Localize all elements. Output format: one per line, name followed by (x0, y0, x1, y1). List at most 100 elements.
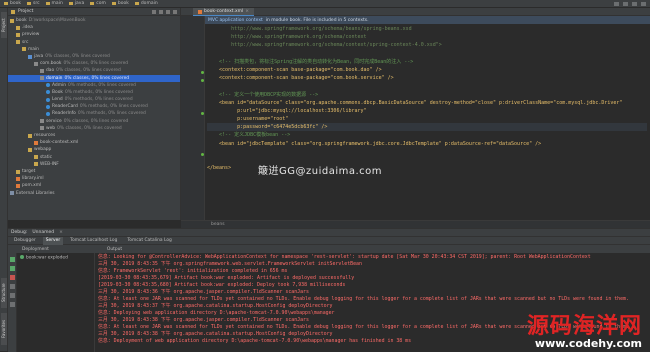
favorites-tool-tab[interactable]: Favorites (1, 313, 7, 345)
coverage-text: 0% methods, 0% lines covered (79, 104, 148, 110)
debug-tab[interactable]: Tomcat Localhost Log (67, 237, 120, 245)
tree-item[interactable]: domain 0% classes, 0% lines covered (8, 74, 180, 82)
folder-icon (22, 47, 26, 52)
nav-crumb[interactable]: main (45, 1, 63, 6)
debug-tab[interactable]: Tomcat Catalina Log (124, 237, 174, 245)
gear-icon[interactable] (166, 9, 170, 14)
tree-item[interactable]: static (8, 154, 180, 161)
nav-crumb[interactable]: book (4, 1, 21, 6)
sync-icon[interactable] (152, 9, 156, 14)
resume-icon[interactable] (10, 266, 15, 271)
tree-item[interactable]: External Libraries (8, 190, 180, 197)
stop-icon[interactable] (10, 275, 15, 280)
cls-icon (46, 97, 50, 102)
tree-item[interactable]: .idea (8, 24, 180, 31)
tree-item[interactable]: src (8, 39, 180, 46)
stop-icon[interactable] (632, 1, 637, 6)
project-icon (11, 9, 15, 14)
code-lines[interactable]: http://www.springframework.org/schema/be… (207, 25, 647, 172)
tree-item[interactable]: library.iml (8, 175, 180, 182)
tree-item[interactable]: main (8, 46, 180, 53)
debug-tab[interactable]: Debugger (11, 237, 39, 245)
tree-item[interactable]: com.book 0% classes, 0% lines covered (8, 60, 180, 67)
collapse-icon[interactable] (159, 9, 163, 14)
site-watermark-title: 源码海洋网 (526, 314, 642, 339)
tree-item-label: ReaderInfo (52, 111, 76, 117)
console-line: [2019-03-30 08:43:35,679] Artifact book:… (98, 275, 355, 281)
close-icon[interactable]: × (245, 9, 249, 14)
tree-item[interactable]: Admin 0% methods, 0% lines covered (8, 82, 180, 89)
tree-item-label: Admin (52, 82, 66, 88)
nav-crumb[interactable]: book (111, 1, 129, 6)
folder-icon (68, 2, 73, 5)
code-line: <context:component-scan base-package="co… (207, 75, 394, 82)
tree-item[interactable]: ReaderCard 0% methods, 0% lines covered (8, 103, 180, 110)
project-panel-tools (152, 9, 180, 14)
tree-item[interactable]: ReaderInfo 0% methods, 0% lines covered (8, 110, 180, 117)
rerun-icon[interactable] (10, 257, 15, 262)
tree-item[interactable]: web 0% classes, 0% lines covered (8, 125, 180, 132)
tree-item[interactable]: resources (8, 132, 180, 139)
tree-item[interactable]: service 0% classes, 0% lines covered (8, 118, 180, 125)
spring-bean-gutter-icon[interactable] (201, 112, 204, 115)
tree-item[interactable]: Lend 0% methods, 0% lines covered (8, 96, 180, 103)
cls-icon (46, 83, 50, 88)
project-panel-title[interactable]: Project (18, 9, 33, 14)
nav-crumb[interactable]: java (68, 1, 84, 6)
deployment-item[interactable]: book:war exploded (20, 255, 91, 261)
nav-crumb[interactable]: domain (134, 1, 158, 6)
editor-breadcrumb[interactable]: beans (181, 220, 650, 228)
debug-tab[interactable]: Server (42, 236, 64, 245)
tree-item[interactable]: dao 0% classes, 0% lines covered (8, 67, 180, 74)
hide-icon[interactable] (173, 9, 177, 14)
cls-icon (46, 90, 50, 95)
pkg-icon (40, 126, 44, 131)
tree-item[interactable]: book D:\workspace\MavenBook (8, 17, 180, 24)
debug-config[interactable]: Unnamed (32, 230, 54, 235)
deployed-status-icon (20, 255, 24, 259)
tree-item[interactable]: webapp (8, 146, 180, 153)
folder-icon (28, 133, 32, 138)
editor-tab-bar: book-context.xml × (181, 8, 650, 16)
tree-item-label: com.book (40, 61, 62, 67)
console-line: 三月 30, 2019 8:43:35 下午 org.springframewo… (98, 261, 362, 267)
structure-tool-tab[interactable]: Structure (1, 278, 7, 308)
output-label: Output (106, 246, 123, 252)
search-icon[interactable] (641, 1, 646, 6)
debug-icon[interactable] (623, 1, 628, 6)
nav-crumb[interactable]: src (26, 1, 40, 6)
tree-item-label: preview (22, 32, 40, 38)
update-icon[interactable] (10, 293, 15, 298)
nav-crumb[interactable]: com (90, 1, 106, 6)
tab-book-context[interactable]: book-context.xml × (193, 8, 255, 16)
spring-bean-gutter-icon[interactable] (201, 71, 204, 74)
tree-item-label: src (22, 39, 29, 45)
tree-item-label: main (28, 46, 39, 52)
folder-icon (28, 147, 32, 152)
tree-item[interactable]: Book 0% methods, 0% lines covered (8, 89, 180, 96)
tree-item[interactable]: WEB-INF (8, 161, 180, 168)
settings-icon[interactable] (10, 302, 15, 307)
code-editor[interactable]: MVC application context in module book. … (181, 16, 650, 220)
close-icon[interactable]: × (59, 230, 63, 235)
left-tool-strip: Project Structure Favorites (0, 8, 8, 351)
spring-bean-gutter-icon[interactable] (201, 79, 204, 82)
tree-item[interactable]: java 0% classes, 0% lines covered (8, 53, 180, 60)
watermark-text: 簸逬GG@zuidaima.com (258, 166, 383, 177)
tree-item-label: library.iml (22, 176, 44, 182)
context-link[interactable]: MVC application context (208, 18, 263, 23)
tree-item[interactable]: target (8, 168, 180, 175)
tree-item[interactable]: preview (8, 31, 180, 38)
run-icon[interactable] (614, 1, 619, 6)
folder-icon (16, 169, 20, 174)
spring-bean-gutter-icon[interactable] (201, 153, 204, 156)
pause-icon[interactable] (10, 284, 15, 289)
folder-icon (134, 2, 139, 5)
tree-item[interactable]: pom.xml (8, 182, 180, 189)
project-tool-tab[interactable]: Project (1, 12, 7, 38)
console-line: 信息: Looking for @ControllerAdvice: WebAp… (98, 254, 591, 260)
pkg-icon (40, 76, 44, 81)
tree-item[interactable]: book-context.xml (8, 139, 180, 146)
